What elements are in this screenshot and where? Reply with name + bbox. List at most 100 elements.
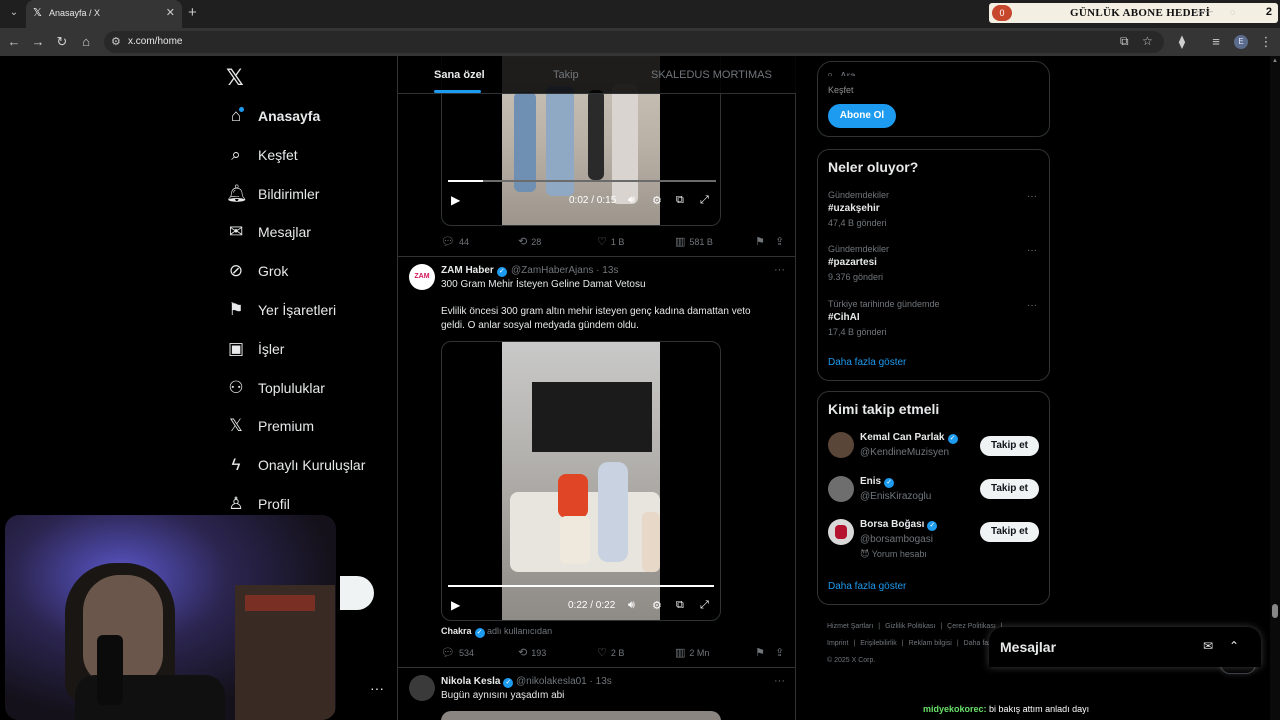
x-logo-icon[interactable]: 𝕏 [226,65,244,91]
follow-button[interactable]: Takip et [980,479,1039,499]
reply-button[interactable]: 💬︎ 44 [441,235,469,248]
nav-label: Profil [258,496,290,512]
repost-button[interactable]: ⟲ 28 [518,235,541,248]
subscribe-button[interactable]: Abone Ol [828,104,896,128]
tab-for-you[interactable]: Sana özel [434,69,485,81]
post-button[interactable] [340,576,374,610]
tab-list[interactable]: SKALEDUS MORTIMAS [651,69,772,81]
post-actions: 💬︎ 534 ⟲ 193 ♡ 2 B ▥ 2 Mn ⚑ ⇪ [441,646,786,660]
settings-gear-icon[interactable]: ⚙ [652,599,662,612]
footer-link[interactable]: Erişilebilirlik [860,640,897,647]
bookmark-button[interactable]: ⚑ [755,646,769,659]
volume-icon[interactable]: 🔊︎ [628,194,635,207]
repost-button[interactable]: ⟲ 193 [518,646,546,659]
share-button[interactable]: ⇪ [775,235,788,248]
nav-item-jobs[interactable]: ▣ İşler [226,337,284,361]
play-icon[interactable]: ▶ [451,598,460,612]
nav-item-notifications[interactable]: 🔔︎ Bildirimler [226,182,319,206]
browser-tab-active[interactable]: 𝕏 Anasayfa / X ✕ [26,0,182,28]
forward-arrow-icon[interactable]: → [30,34,46,50]
trend-count: 17,4 B gönderi [828,327,887,337]
fullscreen-icon[interactable]: ⤢ [700,599,709,612]
video-progress-bar[interactable] [448,180,716,182]
account-more-icon[interactable]: ··· [370,680,384,696]
browser-tabbar: ⌄ 𝕏 Anasayfa / X ✕ + 0 GÜNLÜK ABONE HEDE… [0,0,1280,28]
post-handle[interactable]: @nikolakesla01 · 13s [516,676,612,687]
footer-link[interactable]: Gizlilik Politikası [885,623,935,630]
views-chart-icon: ▥ [675,647,686,659]
avatar[interactable] [828,519,854,545]
nav-item-explore[interactable]: ⌕ Keşfet [226,143,297,167]
fullscreen-icon[interactable]: ⤢ [700,194,709,207]
volume-icon[interactable]: 🔊︎ [628,599,635,612]
views-button[interactable]: ▥ 2 Mn [675,646,709,659]
tab-search-chevron-icon[interactable]: ⌄ [6,5,22,21]
footer-link[interactable]: Çerez Politikası [947,623,996,630]
nav-item-premium[interactable]: 𝕏 Premium [226,414,314,438]
new-tab-plus-icon[interactable]: + [188,4,197,21]
bull-logo-icon [835,525,847,539]
play-icon[interactable]: ▶ [451,193,460,207]
footer-sep: | [901,640,904,647]
video-source[interactable]: Chakra ✓ adlı kullanıcıdan [441,626,552,638]
address-bar[interactable]: ⚙ x.com/home ⧉ ☆ [104,31,1164,53]
show-more-trends-link[interactable]: Daha fazla göster [828,357,906,368]
scroll-thumb[interactable] [1272,604,1278,618]
avatar[interactable]: ZAM [409,264,435,290]
tab-following[interactable]: Takip [553,69,579,81]
trend-more-icon[interactable]: ··· [1027,300,1037,311]
scroll-up-icon[interactable]: ▲ [1272,58,1278,64]
nav-item-profile[interactable]: ♙ Profil [226,492,290,516]
footer-link[interactable]: Reklam bilgisi [909,640,952,647]
pip-icon[interactable]: ⧉ [676,599,684,612]
cast-icon[interactable]: ⧉ [1120,34,1129,49]
reload-icon[interactable]: ↻ [54,34,70,50]
nav-item-communities[interactable]: ⚇ Topluluklar [226,376,325,400]
like-button[interactable]: ♡ 1 B [597,235,624,248]
messages-drawer[interactable]: Mesajlar ✉ ⌃ [989,627,1261,667]
back-arrow-icon[interactable]: ← [6,34,22,50]
collapse-up-icon[interactable]: ⌃ [1229,639,1239,653]
post-author[interactable]: ZAM Haber ✓ [441,265,507,277]
avatar[interactable] [828,432,854,458]
kebab-menu-icon[interactable]: ⋮ [1258,34,1274,50]
post-media[interactable] [441,711,721,720]
follow-button[interactable]: Takip et [980,522,1039,542]
pip-icon[interactable]: ⧉ [676,194,684,207]
views-button[interactable]: ▥ 581 B [675,235,713,248]
nav-item-messages[interactable]: ✉ Mesajlar [226,220,311,244]
settings-gear-icon[interactable]: ⚙ [652,194,662,207]
video-player[interactable]: ▶ 0:22 / 0:22 🔊︎ ⚙ ⧉ ⤢ [441,341,721,621]
active-tab-indicator [434,90,481,93]
footer-link[interactable]: Imprint [827,640,848,647]
close-icon[interactable]: ✕ [166,6,175,19]
nav-item-bookmarks[interactable]: ⚑ Yer İşaretleri [226,298,336,322]
avatar[interactable] [409,675,435,701]
home-icon[interactable]: ⌂ [78,34,94,50]
post-handle[interactable]: @ZamHaberAjans · 13s [511,265,618,276]
bookmark-star-icon[interactable]: ☆ [1142,34,1153,48]
nav-item-grok[interactable]: ⊘ Grok [226,259,288,283]
avatar[interactable] [828,476,854,502]
trend-more-icon[interactable]: ··· [1027,191,1037,202]
nav-item-verified-orgs[interactable]: ϟ Onaylı Kuruluşlar [226,453,366,477]
reading-list-icon[interactable]: ≡ [1208,34,1224,50]
like-button[interactable]: ♡ 2 B [597,646,624,659]
post-more-icon[interactable]: ··· [774,264,785,276]
follow-button[interactable]: Takip et [980,436,1039,456]
site-settings-icon[interactable]: ⚙ [111,35,121,48]
extensions-puzzle-icon[interactable]: ⧫ [1174,34,1190,50]
page-scrollbar[interactable]: ▲ [1270,56,1280,720]
nav-item-home[interactable]: ⌂ Anasayfa [226,104,320,128]
reply-button[interactable]: 💬︎ 534 [441,646,474,659]
profile-avatar[interactable]: E [1234,35,1248,49]
post-author[interactable]: Nikola Kesla ✓ [441,676,514,688]
bookmark-button[interactable]: ⚑ [755,235,769,248]
trend-more-icon[interactable]: ··· [1027,245,1037,256]
video-progress-bar[interactable] [448,585,714,587]
post-more-icon[interactable]: ··· [774,675,785,687]
share-button[interactable]: ⇪ [775,646,788,659]
new-message-icon[interactable]: ✉ [1203,639,1213,653]
footer-link[interactable]: Hizmet Şartları [827,623,873,630]
show-more-follow-link[interactable]: Daha fazla göster [828,581,906,592]
